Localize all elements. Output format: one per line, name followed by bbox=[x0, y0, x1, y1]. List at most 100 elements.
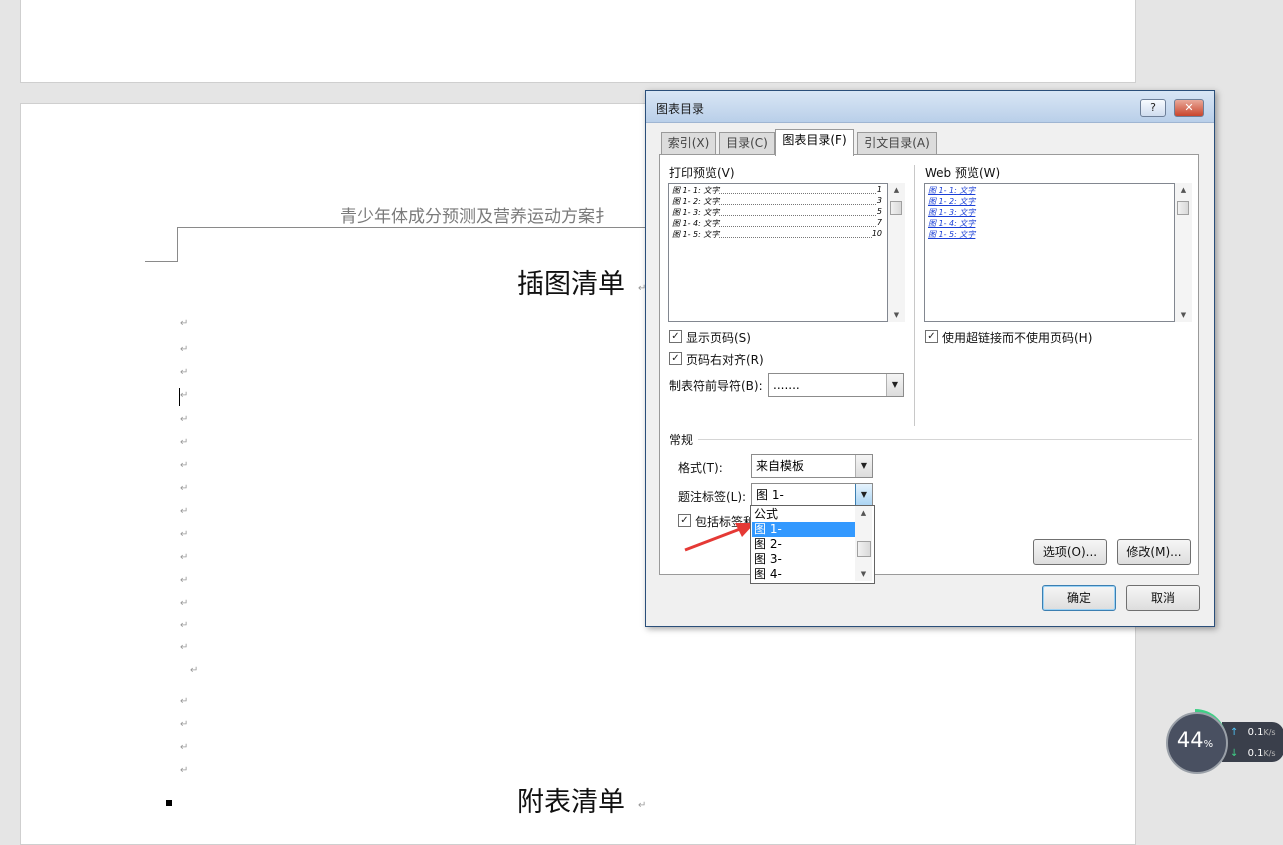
scroll-up-arrow-icon[interactable]: ▲ bbox=[888, 183, 905, 197]
tab-table-of-figures[interactable]: 图表目录(F) bbox=[775, 129, 854, 156]
dropdown-option[interactable]: 图 3- bbox=[752, 552, 857, 567]
upload-arrow-icon: ↑ bbox=[1230, 727, 1239, 738]
print-preview-line: 图 1- 5: 文字 10 bbox=[672, 229, 882, 239]
paragraph-mark: ↵ bbox=[180, 318, 189, 329]
paragraph-mark: ↵ bbox=[180, 483, 189, 494]
tables-list-heading: 附表清单 bbox=[517, 787, 625, 818]
web-preview-link[interactable]: 图 1- 2: 文字 bbox=[928, 196, 975, 207]
tab-toc[interactable]: 目录(C) bbox=[719, 132, 775, 154]
dropdown-scrollbar[interactable]: ▲ ▼ bbox=[855, 506, 872, 581]
general-group-label: 常规 bbox=[669, 433, 694, 447]
print-preview-scrollbar[interactable]: ▲ ▼ bbox=[888, 183, 905, 322]
paragraph-mark: ↵ bbox=[180, 367, 189, 378]
paragraph-mark: ↵ bbox=[180, 437, 189, 448]
scroll-down-arrow-icon[interactable]: ▼ bbox=[888, 308, 905, 322]
dialog-title: 图表目录 bbox=[656, 102, 705, 116]
print-preview-line: 图 1- 3: 文字 5 bbox=[672, 207, 882, 217]
print-preview-page: 5 bbox=[876, 207, 882, 216]
tab-leader-label: 制表符前导符(B): bbox=[669, 379, 763, 393]
print-preview-page: 7 bbox=[876, 218, 882, 227]
tab-index[interactable]: 索引(X) bbox=[661, 132, 716, 154]
paragraph-mark: ↵ bbox=[180, 344, 189, 355]
use-hyperlinks-checkbox[interactable]: ✓ bbox=[925, 330, 938, 343]
paragraph-mark: ↵ bbox=[180, 765, 189, 776]
web-preview-link[interactable]: 图 1- 1: 文字 bbox=[928, 185, 975, 196]
general-group-rule bbox=[698, 439, 1192, 440]
tab-table-of-authorities[interactable]: 引文目录(A) bbox=[857, 132, 937, 154]
show-page-numbers-checkbox[interactable]: ✓ bbox=[669, 330, 682, 343]
print-preview-box: 图 1- 1: 文字 1 图 1- 2: 文字 3 图 1- 3: 文字 5 图 1- 4:… bbox=[668, 183, 888, 322]
header-corner-h bbox=[145, 261, 178, 262]
print-preview-label: 打印预览(V) bbox=[669, 166, 735, 180]
document-page-top bbox=[20, 0, 1136, 83]
download-arrow-icon: ↓ bbox=[1230, 748, 1239, 759]
paragraph-mark: ↵ bbox=[180, 552, 189, 563]
cancel-button[interactable]: 取消 bbox=[1126, 585, 1200, 611]
show-page-numbers-label: 显示页码(S) bbox=[686, 331, 751, 345]
options-button[interactable]: 选项(O)... bbox=[1033, 539, 1107, 565]
format-select[interactable]: 来自模板 ▼ bbox=[751, 454, 873, 478]
right-align-label: 页码右对齐(R) bbox=[686, 353, 764, 367]
dropdown-option[interactable]: 图 4- bbox=[752, 567, 857, 582]
help-button[interactable]: ? bbox=[1140, 99, 1166, 117]
chevron-down-icon[interactable]: ▼ bbox=[886, 374, 903, 396]
dialog-titlebar[interactable]: 图表目录 ? ✕ bbox=[646, 91, 1214, 123]
paragraph-mark: ↵ bbox=[180, 642, 189, 653]
tab-leader-select[interactable]: ....... ▼ bbox=[768, 373, 904, 397]
modify-button[interactable]: 修改(M)... bbox=[1117, 539, 1191, 565]
tab-leader-value: ....... bbox=[773, 378, 800, 392]
scroll-up-arrow-icon[interactable]: ▲ bbox=[855, 506, 872, 520]
tab-panel: 打印预览(V) 图 1- 1: 文字 1 图 1- 2: 文字 3 图 1- 3: 文字… bbox=[659, 154, 1199, 575]
paragraph-mark: ↵ bbox=[180, 620, 189, 631]
print-preview-entry: 图 1- 1: 文字 bbox=[672, 186, 720, 195]
figures-list-heading: 插图清单 bbox=[517, 269, 625, 300]
paragraph-mark: ↵ bbox=[180, 460, 189, 471]
ok-button[interactable]: 确定 bbox=[1042, 585, 1116, 611]
paragraph-mark: ↵ bbox=[180, 575, 189, 586]
web-preview-link[interactable]: 图 1- 3: 文字 bbox=[928, 207, 975, 218]
web-preview-scrollbar[interactable]: ▲ ▼ bbox=[1175, 183, 1192, 322]
text-cursor bbox=[179, 388, 180, 406]
usage-percent: 44% bbox=[1176, 728, 1214, 752]
scroll-thumb[interactable] bbox=[1177, 201, 1189, 215]
upload-speed: ↑ 0.1K/s bbox=[1230, 727, 1276, 738]
scroll-down-arrow-icon[interactable]: ▼ bbox=[855, 567, 872, 581]
paragraph-mark: ↵ bbox=[180, 598, 189, 609]
print-preview-entry: 图 1- 5: 文字 bbox=[672, 230, 720, 239]
scroll-down-arrow-icon[interactable]: ▼ bbox=[1175, 308, 1192, 322]
format-label: 格式(T): bbox=[678, 461, 723, 475]
dropdown-option[interactable]: 图 1- bbox=[752, 522, 857, 537]
print-preview-line: 图 1- 2: 文字 3 bbox=[672, 196, 882, 206]
paragraph-mark: ↵ bbox=[180, 414, 189, 425]
web-preview-link[interactable]: 图 1- 4: 文字 bbox=[928, 218, 975, 229]
dropdown-option[interactable]: 图 2- bbox=[752, 537, 857, 552]
header-rule bbox=[177, 227, 647, 228]
dropdown-option[interactable]: 公式 bbox=[752, 507, 857, 522]
print-preview-page: 1 bbox=[876, 185, 882, 194]
chevron-down-icon[interactable]: ▼ bbox=[855, 484, 872, 506]
web-preview-link[interactable]: 图 1- 5: 文字 bbox=[928, 229, 975, 240]
annotation-arrow-icon bbox=[684, 523, 755, 552]
format-value: 来自模板 bbox=[756, 459, 805, 473]
web-preview-label: Web 预览(W) bbox=[925, 166, 1001, 180]
scroll-thumb[interactable] bbox=[857, 541, 871, 557]
paragraph-mark: ↵ bbox=[180, 506, 189, 517]
caption-label-select[interactable]: 图 1- ▼ bbox=[751, 483, 873, 507]
caption-label-label: 题注标签(L): bbox=[678, 490, 747, 504]
caption-label-value: 图 1- bbox=[756, 488, 784, 502]
web-preview-box: 图 1- 1: 文字图 1- 2: 文字图 1- 3: 文字图 1- 4: 文字… bbox=[924, 183, 1175, 322]
download-speed: ↓ 0.1K/s bbox=[1230, 748, 1276, 759]
scroll-thumb[interactable] bbox=[890, 201, 902, 215]
paragraph-mark: ↵ bbox=[180, 742, 189, 753]
caption-label-dropdown[interactable]: 公式图 1- 图 2- 图 3- 图 4- ▲ ▼ bbox=[750, 505, 875, 584]
right-align-checkbox[interactable]: ✓ bbox=[669, 352, 682, 365]
chevron-down-icon[interactable]: ▼ bbox=[855, 455, 872, 477]
close-button[interactable]: ✕ bbox=[1174, 99, 1204, 117]
panel-divider bbox=[914, 165, 915, 426]
bullet-square bbox=[166, 800, 172, 806]
paragraph-mark: ↵ bbox=[638, 800, 647, 811]
print-preview-line: 图 1- 1: 文字 1 bbox=[672, 185, 882, 195]
scroll-up-arrow-icon[interactable]: ▲ bbox=[1175, 183, 1192, 197]
use-hyperlinks-label: 使用超链接而不使用页码(H) bbox=[942, 331, 1093, 345]
paragraph-mark: ↵ bbox=[190, 665, 199, 676]
